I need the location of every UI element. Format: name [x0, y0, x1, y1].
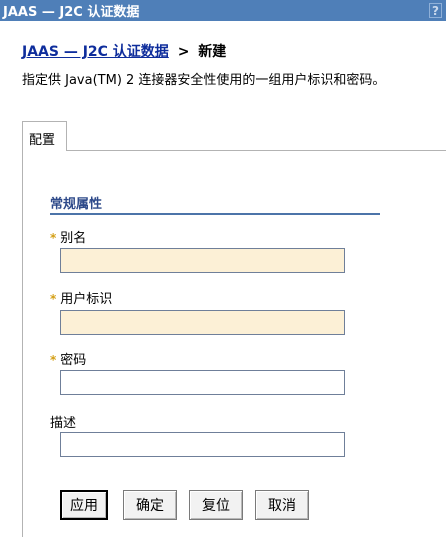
- user-id-label: * 用户标识: [50, 288, 112, 307]
- password-input[interactable]: [60, 370, 345, 395]
- reset-button[interactable]: 复位: [189, 490, 243, 520]
- window-title: JAAS — J2C 认证数据: [3, 5, 140, 20]
- description-label-text: 描述: [50, 416, 77, 431]
- password-label-text: 密码: [60, 353, 87, 368]
- title-bar: JAAS — J2C 认证数据 ?: [0, 0, 446, 21]
- breadcrumb-link-j2c-auth-data[interactable]: JAAS — J2C 认证数据: [22, 44, 169, 60]
- required-marker: *: [50, 292, 57, 306]
- breadcrumb-current: 新建: [198, 44, 227, 60]
- ok-button[interactable]: 确定: [123, 490, 177, 520]
- apply-button[interactable]: 应用: [60, 490, 108, 520]
- section-title-general-properties: 常规属性: [50, 197, 103, 212]
- breadcrumb-separator: >: [177, 44, 190, 60]
- page-description: 指定供 Java(TM) 2 连接器安全性使用的一组用户标识和密码。: [22, 73, 386, 88]
- alias-label: * 别名: [50, 227, 86, 246]
- section-divider: [50, 213, 380, 215]
- alias-input[interactable]: [60, 248, 345, 273]
- help-icon[interactable]: ?: [429, 3, 442, 18]
- required-marker: *: [50, 231, 57, 245]
- alias-label-text: 别名: [60, 231, 87, 246]
- description-label: 描述: [50, 412, 76, 431]
- password-label: * 密码: [50, 349, 86, 368]
- cancel-button[interactable]: 取消: [255, 490, 309, 520]
- user-id-input[interactable]: [60, 310, 345, 335]
- breadcrumb: JAAS — J2C 认证数据 > 新建: [22, 41, 226, 61]
- tab-configuration-label: 配置: [29, 133, 56, 148]
- tab-configuration[interactable]: 配置: [22, 121, 67, 151]
- required-marker: *: [50, 353, 57, 367]
- description-input[interactable]: [60, 432, 345, 457]
- user-id-label-text: 用户标识: [60, 292, 113, 307]
